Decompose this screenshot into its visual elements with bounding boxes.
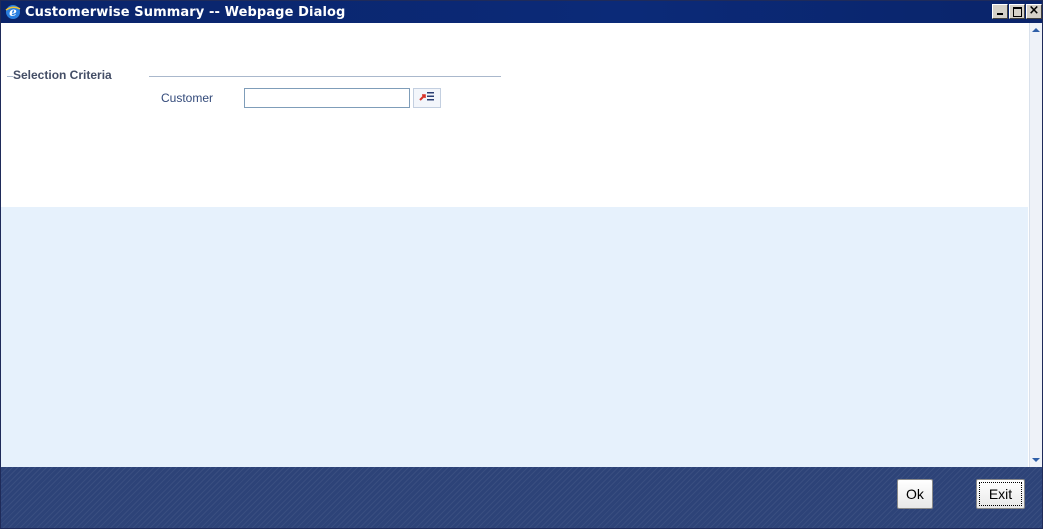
scroll-down-button[interactable] [1030, 453, 1042, 467]
fieldset-divider-right [149, 76, 501, 77]
customer-lov-button[interactable] [413, 88, 441, 108]
exit-button[interactable]: Exit [976, 479, 1025, 509]
close-button[interactable]: × [1026, 3, 1042, 19]
minimize-icon [997, 13, 1003, 15]
ie-icon: e [5, 4, 21, 20]
footer-bar: Ok Exit [1, 467, 1042, 528]
selection-criteria-legend: Selection Criteria [13, 68, 112, 82]
window-controls: × [992, 3, 1042, 19]
selection-criteria-section: Selection Criteria Customer [1, 23, 1028, 207]
arrow-up-icon [1032, 28, 1040, 32]
list-of-values-icon [418, 89, 436, 107]
results-area [1, 207, 1028, 467]
customer-label: Customer [161, 91, 214, 105]
window-title: Customerwise Summary -- Webpage Dialog [25, 4, 346, 20]
dialog-window: e Customerwise Summary -- Webpage Dialog… [0, 0, 1043, 529]
maximize-button[interactable] [1009, 4, 1025, 19]
dialog-content: Selection Criteria Customer [1, 23, 1028, 467]
minimize-button[interactable] [992, 4, 1008, 19]
scroll-up-button[interactable] [1030, 23, 1042, 37]
maximize-icon [1013, 7, 1022, 17]
vertical-scrollbar[interactable] [1029, 23, 1042, 467]
arrow-down-icon [1032, 458, 1040, 462]
customer-input[interactable] [244, 88, 410, 108]
close-icon: × [1028, 3, 1040, 18]
ok-button[interactable]: Ok [897, 479, 933, 509]
title-bar[interactable]: e Customerwise Summary -- Webpage Dialog… [1, 1, 1042, 23]
